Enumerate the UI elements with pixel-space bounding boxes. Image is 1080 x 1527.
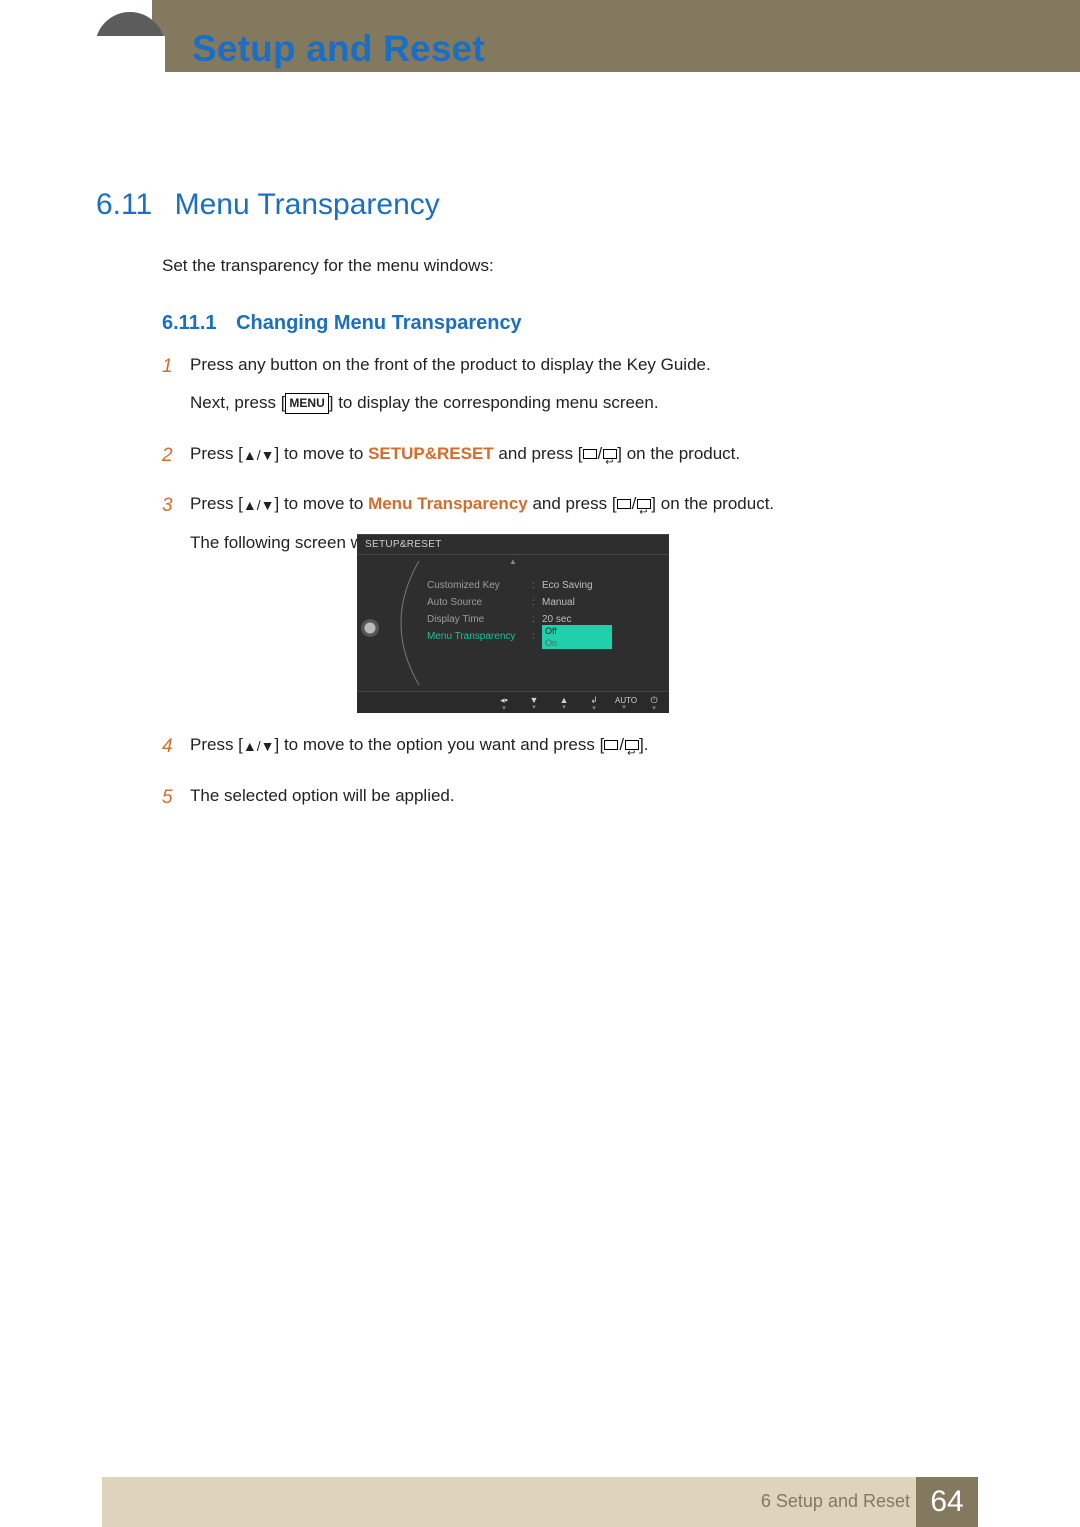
osd-row: Auto Source : Manual — [427, 594, 661, 611]
step-num: 4 — [162, 732, 190, 771]
step-num: 5 — [162, 783, 190, 821]
updown-icon: ▲/▼ — [243, 447, 275, 463]
section-heading: 6.11 Menu Transparency — [96, 188, 440, 222]
osd-bottom-bar: ◂▪▾ ▼▾ ▲▾ ↲▾ AUTO▾ ⏻▾ — [357, 691, 669, 713]
highlight-setupreset: SETUP&RESET — [368, 444, 494, 463]
osd-nav-down-icon: ▼▾ — [525, 695, 543, 710]
enter-source-icon: / — [583, 441, 618, 467]
step-2: 2 Press [▲/▼] to move to SETUP&RESET and… — [162, 441, 962, 480]
osd-nav-back-icon: ◂▪▾ — [495, 695, 513, 711]
footer-chapter: 6 Setup and Reset — [761, 1491, 910, 1512]
osd-title: SETUP&RESET — [357, 535, 669, 555]
footer-page-number: 64 — [916, 1477, 978, 1527]
enter-source-icon: / — [604, 732, 639, 758]
osd-nav-power-icon: ⏻▾ — [645, 695, 663, 711]
menu-key-icon: MENU — [285, 393, 328, 414]
updown-icon: ▲/▼ — [243, 738, 275, 754]
osd-nav-auto: AUTO▾ — [615, 696, 633, 710]
step-1: 1 Press any button on the front of the p… — [162, 352, 962, 429]
gear-icon — [361, 619, 379, 637]
enter-source-icon: / — [617, 491, 652, 517]
section-intro: Set the transparency for the menu window… — [162, 256, 494, 276]
highlight-menutransparency: Menu Transparency — [368, 494, 528, 513]
osd-screenshot: SETUP&RESET ▲ Customized Key : Eco Savin… — [357, 534, 669, 713]
osd-nav-up-icon: ▲▾ — [555, 695, 573, 710]
osd-option-box: Off On — [542, 625, 612, 649]
steps-bottom: 4 Press [▲/▼] to move to the option you … — [162, 732, 962, 833]
osd-row: Customized Key : Eco Saving — [427, 577, 661, 594]
section-title: Menu Transparency — [175, 188, 440, 221]
chapter-title: Setup and Reset — [192, 28, 485, 70]
step-1-p1: Press any button on the front of the pro… — [190, 352, 962, 378]
step-1-p2: Next, press [MENU] to display the corres… — [190, 390, 962, 416]
section-number: 6.11 — [96, 188, 152, 221]
step-num: 2 — [162, 441, 190, 480]
step-5: 5 The selected option will be applied. — [162, 783, 962, 821]
step-num: 1 — [162, 352, 190, 429]
osd-arc-icon — [379, 559, 421, 687]
osd-nav-enter-icon: ↲▾ — [585, 695, 603, 711]
subsection-number: 6.11.1 — [162, 312, 217, 334]
subsection-heading: 6.11.1 Changing Menu Transparency — [162, 312, 522, 335]
subsection-title: Changing Menu Transparency — [236, 312, 522, 334]
footer: 6 Setup and Reset 64 — [0, 1477, 1080, 1527]
step-num: 3 — [162, 491, 190, 568]
chapter-circle-icon — [95, 12, 165, 82]
step-4: 4 Press [▲/▼] to move to the option you … — [162, 732, 962, 771]
osd-row-selected: Menu Transparency : Off On — [427, 628, 661, 645]
updown-icon: ▲/▼ — [243, 497, 275, 513]
